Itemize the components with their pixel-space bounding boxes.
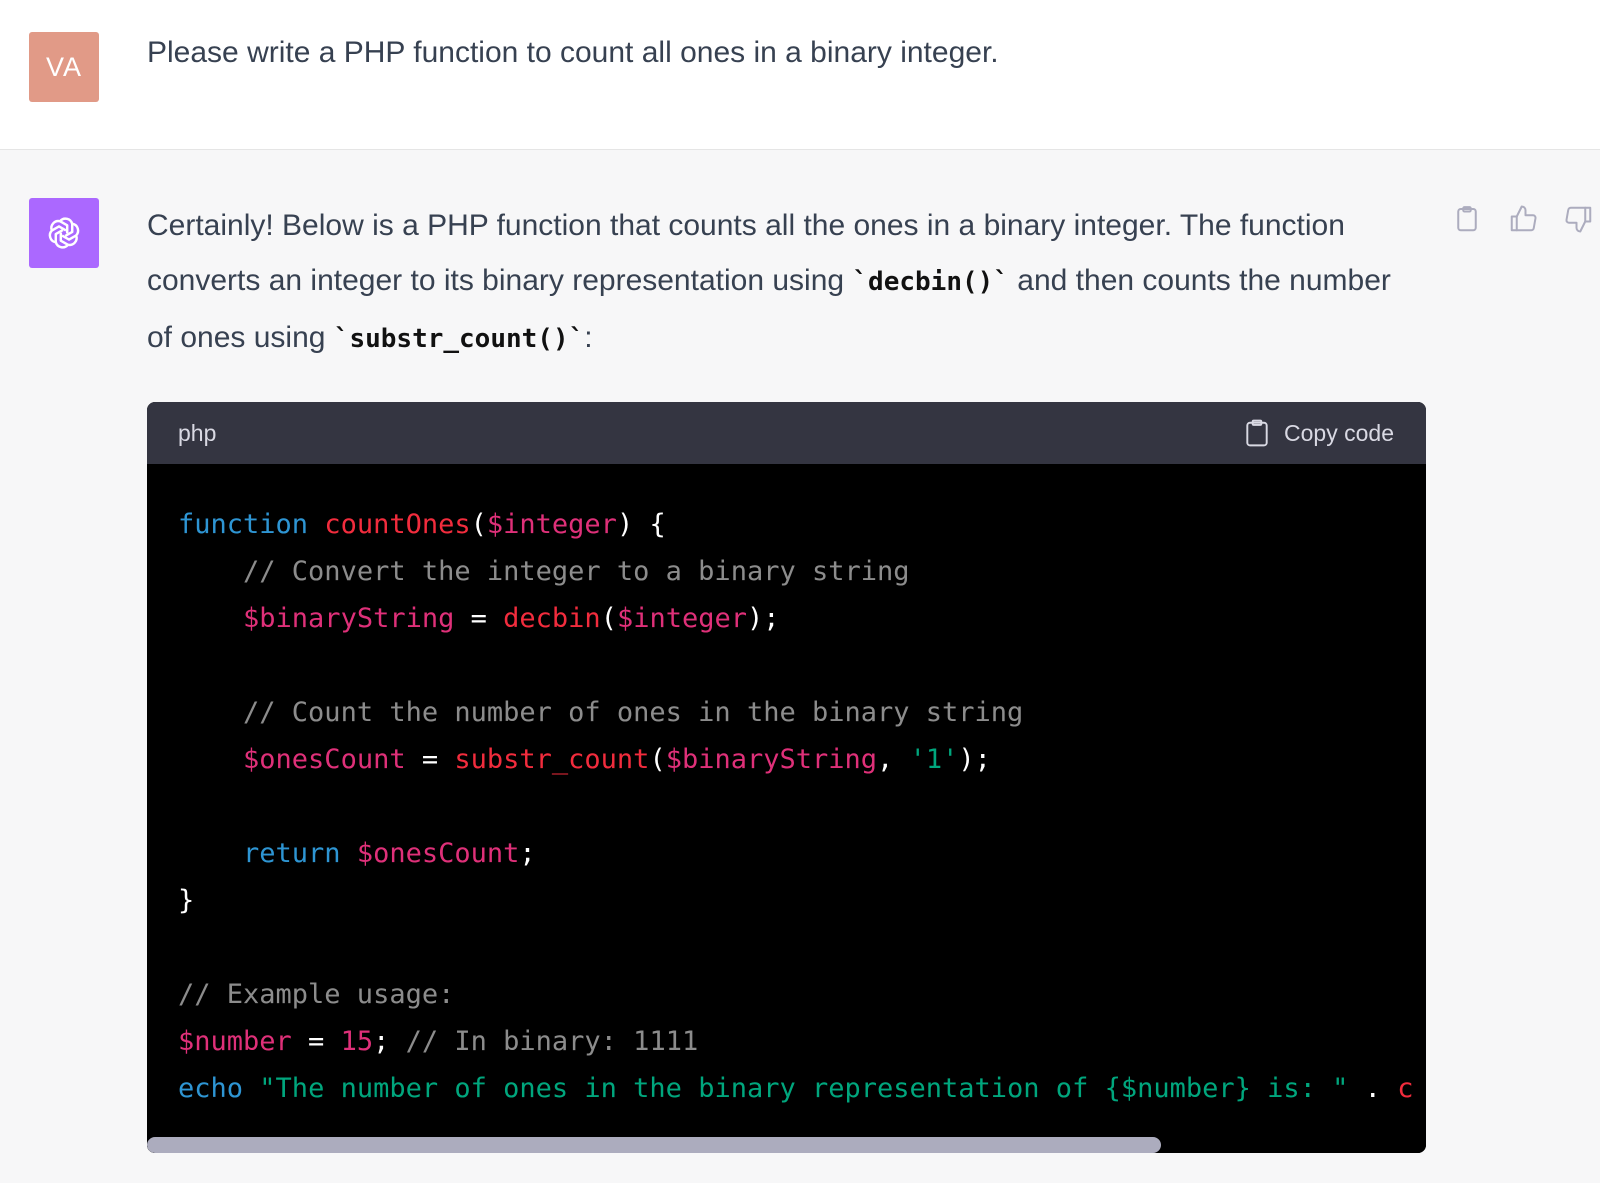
code-line: ​ — [178, 783, 1426, 830]
answer-paragraph: Certainly! Below is a PHP function that … — [147, 198, 1397, 367]
code-token: '1' — [909, 744, 959, 775]
code-line: return $onesCount; — [178, 830, 1426, 877]
code-token: function — [178, 509, 309, 540]
code-token: $integer — [486, 509, 617, 540]
answer-text-3: : — [584, 321, 593, 354]
code-token: ) { — [616, 509, 666, 540]
code-token: } — [178, 885, 195, 916]
code-line: // Example usage: — [178, 971, 1426, 1018]
horizontal-scrollbar[interactable] — [147, 1137, 1426, 1153]
code-line: ​ — [178, 924, 1426, 971]
code-block-header: php Copy code — [147, 402, 1426, 464]
thumbs-down-button[interactable] — [1562, 202, 1596, 236]
code-token: , — [877, 744, 910, 775]
scrollbar-thumb[interactable] — [147, 1137, 1161, 1153]
code-token: $onesCount — [243, 744, 406, 775]
code-block: php Copy code function countOnes($intege… — [147, 402, 1426, 1153]
thumbs-up-button[interactable] — [1506, 202, 1540, 236]
code-token: // Convert the integer to a binary strin… — [243, 556, 910, 587]
code-token: $binaryString — [243, 603, 455, 634]
code-token: countOnes — [324, 509, 471, 540]
code-token: substr_count — [454, 744, 650, 775]
code-token: ( — [600, 603, 617, 634]
code-token: ( — [649, 744, 666, 775]
message-actions — [1450, 202, 1596, 236]
code-token: ); — [747, 603, 780, 634]
code-line: $number = 15; // In binary: 1111 — [178, 1018, 1426, 1065]
copy-message-button[interactable] — [1450, 202, 1484, 236]
thumbs-down-icon — [1565, 206, 1592, 233]
code-line: // Convert the integer to a binary strin… — [178, 548, 1426, 595]
assistant-avatar — [29, 198, 99, 268]
code-token: ( — [470, 509, 487, 540]
code-token: return — [243, 838, 341, 869]
inline-code-substr-count: `substr_count()` — [333, 324, 585, 354]
code-token: // In binary: 1111 — [405, 1026, 699, 1057]
copy-code-label: Copy code — [1284, 419, 1394, 446]
inline-code-decbin: `decbin()` — [852, 267, 1009, 297]
code-line: } — [178, 877, 1426, 924]
code-token: c — [1397, 1073, 1414, 1104]
clipboard-icon — [1246, 419, 1268, 447]
user-message-text: Please write a PHP function to count all… — [147, 36, 999, 69]
assistant-message-text: Certainly! Below is a PHP function that … — [147, 198, 1397, 367]
assistant-message-row: Certainly! Below is a PHP function that … — [0, 150, 1600, 1183]
openai-logo-icon — [48, 217, 80, 249]
code-line: echo "The number of ones in the binary r… — [178, 1065, 1426, 1112]
code-line: function countOnes($integer) { — [178, 501, 1426, 548]
code-content[interactable]: function countOnes($integer) { // Conver… — [147, 464, 1426, 1117]
code-token: = — [291, 1026, 341, 1057]
code-token: $onesCount — [356, 838, 520, 869]
code-line: $binaryString = decbin($integer); — [178, 595, 1426, 642]
code-language-label: php — [178, 419, 217, 446]
code-line: $onesCount = substr_count($binaryString,… — [178, 736, 1426, 783]
code-token: . — [1348, 1073, 1398, 1104]
code-token: $integer — [616, 603, 747, 634]
code-token: // Example usage: — [178, 979, 455, 1010]
copy-code-button[interactable]: Copy code — [1244, 419, 1394, 447]
user-message-row: VA Please write a PHP function to count … — [0, 0, 1600, 150]
code-token: = — [454, 603, 504, 634]
user-avatar: VA — [29, 32, 99, 102]
code-token: $number — [178, 1026, 292, 1057]
thumbs-up-icon — [1510, 205, 1537, 232]
code-line: // Count the number of ones in the binar… — [178, 689, 1426, 736]
code-line: ​ — [178, 642, 1426, 689]
code-token: // Count the number of ones in the binar… — [243, 697, 1024, 728]
code-token: echo — [178, 1073, 244, 1104]
code-token: ; — [373, 1026, 406, 1057]
code-token: ); — [958, 744, 991, 775]
code-token: ; — [519, 838, 536, 869]
code-token: "The number of ones in the binary repres… — [259, 1073, 1349, 1104]
clipboard-icon — [1457, 206, 1477, 232]
code-token: = — [405, 744, 455, 775]
code-token: $binaryString — [665, 744, 878, 775]
code-token: decbin — [503, 603, 601, 634]
code-token: 15 — [340, 1026, 374, 1057]
